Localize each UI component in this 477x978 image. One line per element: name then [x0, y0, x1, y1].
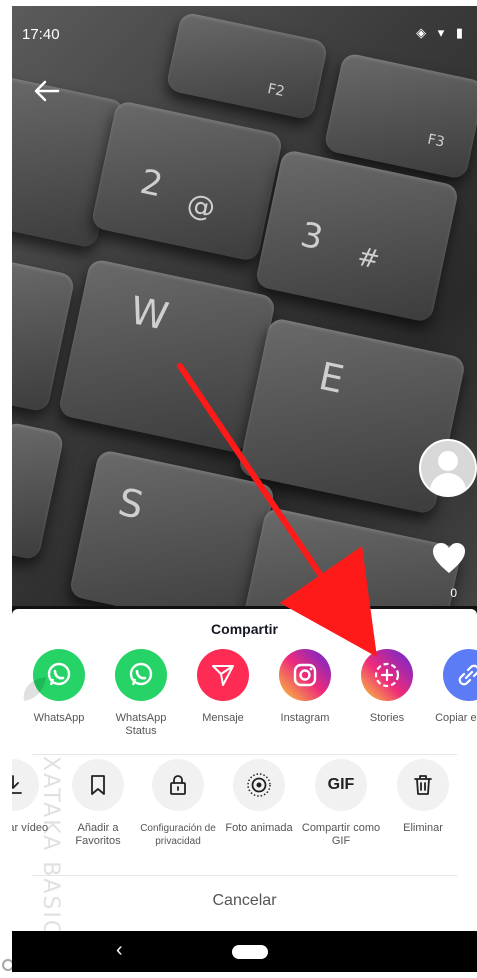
keyboard-key: W [57, 257, 277, 455]
share-item-label: Copiar enlace [435, 712, 477, 724]
system-nav-bar: ‹ [12, 931, 477, 972]
row-divider [32, 754, 457, 755]
action-delete[interactable]: Eliminar [382, 759, 464, 835]
share-item-label: Mensaje [202, 712, 244, 724]
download-icon [12, 759, 39, 811]
row-divider [32, 875, 457, 876]
share-stories[interactable]: Stories [346, 649, 428, 725]
nav-home-pill[interactable] [232, 945, 268, 959]
keyboard-key: 2 @ [90, 99, 284, 263]
action-label: Añadir a Favoritos [75, 822, 121, 847]
trash-icon [397, 759, 449, 811]
share-actions-row: Guardar vídeo Añadir a Favoritos Configu… [12, 759, 477, 869]
watermark-logo-icon [23, 677, 46, 701]
action-privacy-settings[interactable]: Configuración de privacidad [137, 759, 219, 848]
share-item-label: Stories [369, 712, 405, 724]
share-whatsapp-status[interactable]: WhatsApp Status [100, 649, 182, 738]
share-item-label: WhatsApp Status [115, 712, 167, 737]
watermark-key-icon [2, 959, 28, 971]
share-item-label: Instagram [280, 712, 330, 724]
share-sheet: Compartir WhatsApp WhatsApp Status Mensa… [12, 609, 477, 931]
action-add-favorites[interactable]: Añadir a Favoritos [57, 759, 139, 848]
share-item-label: WhatsApp [33, 712, 85, 724]
like-count: 0 [450, 586, 457, 600]
video-frame[interactable]: F2 F3 2 @ 3 # W E S [12, 6, 477, 606]
instagram-icon [279, 649, 331, 701]
share-mensaje[interactable]: Mensaje [182, 649, 264, 725]
action-label: Configuración de privacidad [140, 823, 216, 847]
phone-screen: F2 F3 2 @ 3 # W E S 17:40 ◈ ▾ ▮ 0 Compar… [12, 6, 477, 972]
keyboard-key: 3 # [254, 148, 460, 324]
share-instagram[interactable]: Instagram [264, 649, 346, 725]
keyboard-key [241, 506, 463, 606]
share-sheet-title: Compartir [211, 621, 278, 637]
cancel-button[interactable]: Cancelar [12, 881, 477, 921]
whatsapp-status-icon [115, 649, 167, 701]
action-label: Foto animada [225, 822, 293, 834]
nav-back-icon[interactable]: ‹ [116, 939, 123, 962]
message-send-icon [197, 649, 249, 701]
stories-icon [361, 649, 413, 701]
clock: 17:40 [22, 26, 60, 43]
action-label: Compartir como GIF [301, 822, 381, 847]
share-copy-link[interactable]: Copiar enlace [428, 649, 477, 725]
back-arrow-icon[interactable] [32, 76, 62, 106]
gif-icon-text: GIF [327, 776, 355, 793]
watermark-text: XATAKA BASICS [38, 756, 63, 954]
status-bar: 17:40 ◈ ▾ ▮ [12, 6, 477, 54]
action-label: Eliminar [403, 822, 443, 834]
avatar-head-icon [438, 451, 458, 471]
avatar-body-icon [430, 473, 466, 495]
creator-avatar[interactable] [419, 439, 477, 497]
live-photo-icon [233, 759, 285, 811]
gif-icon: GIF [315, 759, 367, 811]
action-share-gif[interactable]: GIF Compartir como GIF [300, 759, 382, 848]
keyboard-key [12, 421, 65, 561]
lock-icon [152, 759, 204, 811]
link-icon [443, 649, 477, 701]
status-icons: ◈ ▾ ▮ [416, 25, 467, 40]
heart-icon[interactable] [431, 541, 467, 577]
bookmark-icon [72, 759, 124, 811]
action-live-photo[interactable]: Foto animada [218, 759, 300, 835]
share-apps-row: WhatsApp WhatsApp Status Mensaje Instagr… [12, 649, 477, 759]
keyboard-key: F3 [323, 52, 477, 180]
